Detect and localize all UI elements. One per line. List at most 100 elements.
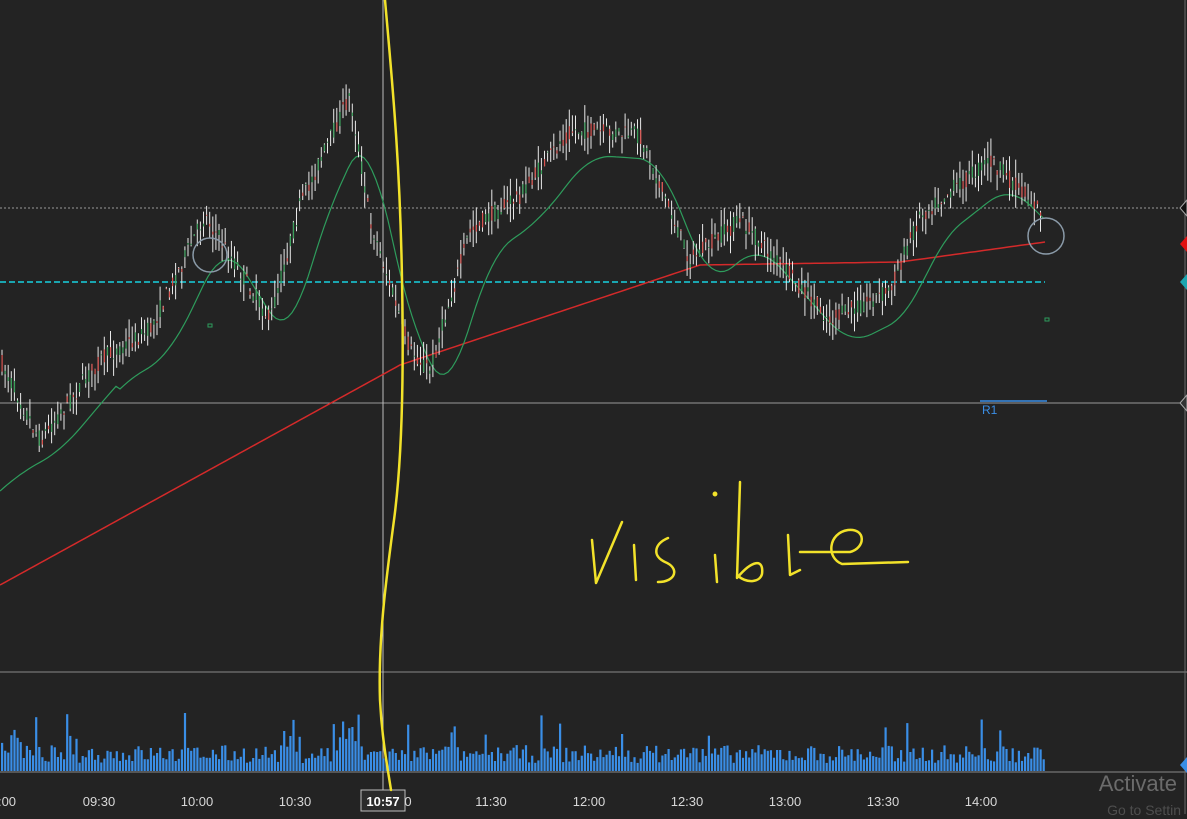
candle-body [838,309,840,320]
volume-bar [128,755,131,771]
candle-body [258,296,260,308]
volume-bar [435,753,438,771]
cyan-level-marker [1180,274,1187,290]
volume-bar [134,749,137,771]
candle-body [655,178,657,184]
candle-body [795,283,797,285]
volume-bar [670,760,673,771]
candle-body [835,309,837,318]
volume-bar [190,750,193,771]
volume-bar [648,750,652,771]
candle-body [522,184,524,195]
signal-marker [1044,317,1050,322]
candle-body [785,264,787,276]
volume-bar [940,752,943,771]
annotation-letter-l [786,533,802,577]
candle-body [804,287,806,299]
volume-bar [137,746,140,771]
volume-bar [180,749,183,771]
volume-bar [1033,747,1036,771]
volume-bar [546,751,549,771]
candle-body [438,338,440,343]
candle-body [668,200,670,207]
volume-bar [44,760,47,771]
volume-bar [531,755,534,771]
candle-body [348,93,350,96]
volume-bar [388,751,391,771]
candle-body [184,250,186,258]
candle-body [568,126,570,140]
volume-bar [958,754,962,771]
volume-bar [946,759,949,771]
volume-bar [515,745,518,771]
volume-bar [453,726,456,771]
candle-body [389,280,391,286]
candle-body [17,400,19,403]
candle-body [478,221,481,226]
candle-body [497,210,499,220]
volume-bar [624,756,627,771]
candle-body [692,249,694,255]
candle-body [726,225,729,233]
volume-bar [25,745,28,771]
volume-bar [422,747,425,771]
volume-bar [335,750,338,771]
candle-body [240,278,242,280]
candle-body [320,156,322,161]
volume-bar [438,750,441,771]
candle-body [788,265,791,280]
candle-body [181,269,183,272]
volume-bar [528,762,531,771]
candle-body [751,231,753,233]
candle-body [534,167,536,178]
volume-bar [7,752,10,771]
candle-body [196,223,198,230]
candle-body [206,214,208,216]
candle-body [103,349,105,363]
volume-bar [152,755,156,771]
volume-bar [825,762,828,771]
volume-bar [503,761,506,771]
candle-body [711,234,713,249]
chart-canvas[interactable]: R1:00 09:30 10:00 10:30 10:57 0 11:30 12:00 12:3… [0,0,1187,814]
volume-bar [487,754,490,771]
volume-bar [794,756,797,771]
volume-bar [41,757,44,771]
candle-body [559,141,561,144]
candle-body [32,430,34,433]
candle-body [621,135,623,137]
candle-body [578,132,580,134]
candle-body [150,323,152,333]
volume-bar [797,758,800,771]
candle-body [51,423,53,432]
candle-body [745,230,747,235]
volume-bar [903,761,906,771]
volume-bar [326,748,329,771]
volume-bar [676,754,679,771]
candle-body [416,357,419,364]
candle-body [742,216,744,218]
volume-bar [673,757,676,771]
candle-body [671,215,673,219]
candle-body [286,258,288,262]
last-price-marker [1179,199,1187,217]
volume-bar [856,749,859,771]
volume-bar [472,753,475,771]
candle-body [249,291,251,295]
volume-bar [807,748,810,771]
volume-bar [707,735,710,771]
volume-bar [462,751,466,771]
candle-body [643,147,645,153]
candle-body [261,308,264,316]
candle-body [398,310,400,312]
volume-bar [236,759,239,771]
volume-bar [726,745,729,771]
trading-chart[interactable]: R1:00 09:30 10:00 10:30 10:57 0 11:30 12:00 12:3… [0,0,1187,814]
candle-body [1018,183,1020,188]
volume-bar [714,748,717,771]
annotation-letter-b [735,480,764,583]
candle-body [392,287,394,295]
volume-bar [413,750,416,771]
candle-body [193,234,195,236]
volume-bar [949,754,952,771]
